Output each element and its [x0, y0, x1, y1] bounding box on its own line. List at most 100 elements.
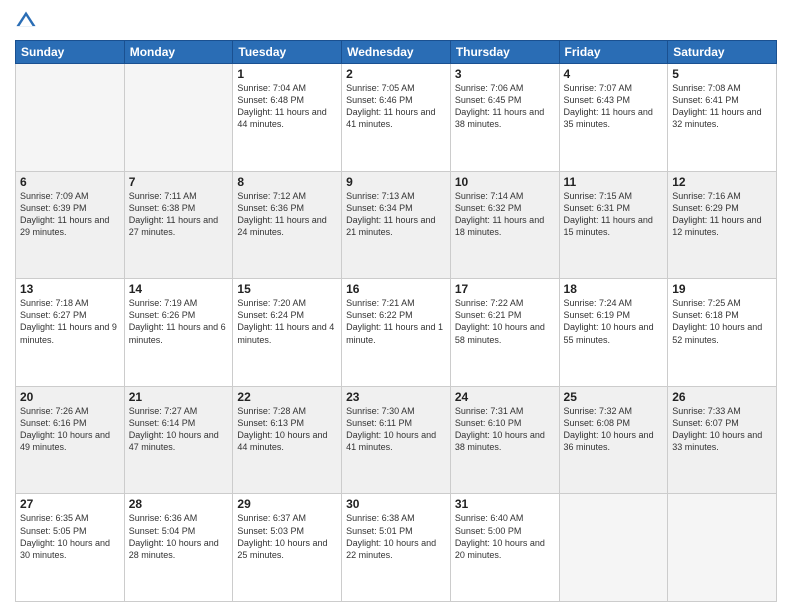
day-cell: 14Sunrise: 7:19 AMSunset: 6:26 PMDayligh… — [124, 279, 233, 387]
day-cell: 29Sunrise: 6:37 AMSunset: 5:03 PMDayligh… — [233, 494, 342, 602]
header-row: SundayMondayTuesdayWednesdayThursdayFrid… — [16, 41, 777, 64]
day-info: Sunrise: 7:12 AMSunset: 6:36 PMDaylight:… — [237, 190, 337, 239]
day-cell: 9Sunrise: 7:13 AMSunset: 6:34 PMDaylight… — [342, 171, 451, 279]
day-cell: 17Sunrise: 7:22 AMSunset: 6:21 PMDayligh… — [450, 279, 559, 387]
day-cell: 15Sunrise: 7:20 AMSunset: 6:24 PMDayligh… — [233, 279, 342, 387]
day-cell: 3Sunrise: 7:06 AMSunset: 6:45 PMDaylight… — [450, 64, 559, 172]
day-cell: 1Sunrise: 7:04 AMSunset: 6:48 PMDaylight… — [233, 64, 342, 172]
day-cell — [124, 64, 233, 172]
day-cell: 6Sunrise: 7:09 AMSunset: 6:39 PMDaylight… — [16, 171, 125, 279]
day-number: 26 — [672, 390, 772, 404]
day-number: 5 — [672, 67, 772, 81]
day-number: 23 — [346, 390, 446, 404]
day-info: Sunrise: 7:28 AMSunset: 6:13 PMDaylight:… — [237, 405, 337, 454]
day-info: Sunrise: 7:20 AMSunset: 6:24 PMDaylight:… — [237, 297, 337, 346]
day-number: 14 — [129, 282, 229, 296]
day-number: 24 — [455, 390, 555, 404]
day-info: Sunrise: 7:15 AMSunset: 6:31 PMDaylight:… — [564, 190, 664, 239]
day-info: Sunrise: 6:40 AMSunset: 5:00 PMDaylight:… — [455, 512, 555, 561]
day-info: Sunrise: 7:06 AMSunset: 6:45 PMDaylight:… — [455, 82, 555, 131]
day-number: 15 — [237, 282, 337, 296]
weekday-header: Sunday — [16, 41, 125, 64]
day-info: Sunrise: 7:30 AMSunset: 6:11 PMDaylight:… — [346, 405, 446, 454]
day-cell: 11Sunrise: 7:15 AMSunset: 6:31 PMDayligh… — [559, 171, 668, 279]
day-info: Sunrise: 7:08 AMSunset: 6:41 PMDaylight:… — [672, 82, 772, 131]
day-number: 2 — [346, 67, 446, 81]
day-cell: 25Sunrise: 7:32 AMSunset: 6:08 PMDayligh… — [559, 386, 668, 494]
day-info: Sunrise: 7:24 AMSunset: 6:19 PMDaylight:… — [564, 297, 664, 346]
day-info: Sunrise: 7:26 AMSunset: 6:16 PMDaylight:… — [20, 405, 120, 454]
weekday-header: Tuesday — [233, 41, 342, 64]
week-row: 20Sunrise: 7:26 AMSunset: 6:16 PMDayligh… — [16, 386, 777, 494]
weekday-header: Saturday — [668, 41, 777, 64]
day-info: Sunrise: 6:36 AMSunset: 5:04 PMDaylight:… — [129, 512, 229, 561]
day-info: Sunrise: 6:35 AMSunset: 5:05 PMDaylight:… — [20, 512, 120, 561]
week-row: 27Sunrise: 6:35 AMSunset: 5:05 PMDayligh… — [16, 494, 777, 602]
day-info: Sunrise: 7:05 AMSunset: 6:46 PMDaylight:… — [346, 82, 446, 131]
day-number: 6 — [20, 175, 120, 189]
day-info: Sunrise: 7:25 AMSunset: 6:18 PMDaylight:… — [672, 297, 772, 346]
week-row: 6Sunrise: 7:09 AMSunset: 6:39 PMDaylight… — [16, 171, 777, 279]
day-number: 12 — [672, 175, 772, 189]
day-info: Sunrise: 6:37 AMSunset: 5:03 PMDaylight:… — [237, 512, 337, 561]
day-cell: 30Sunrise: 6:38 AMSunset: 5:01 PMDayligh… — [342, 494, 451, 602]
day-cell: 27Sunrise: 6:35 AMSunset: 5:05 PMDayligh… — [16, 494, 125, 602]
header — [15, 10, 777, 32]
day-number: 10 — [455, 175, 555, 189]
day-number: 30 — [346, 497, 446, 511]
day-info: Sunrise: 7:09 AMSunset: 6:39 PMDaylight:… — [20, 190, 120, 239]
day-cell: 12Sunrise: 7:16 AMSunset: 6:29 PMDayligh… — [668, 171, 777, 279]
day-number: 25 — [564, 390, 664, 404]
day-number: 4 — [564, 67, 664, 81]
day-number: 19 — [672, 282, 772, 296]
day-cell: 5Sunrise: 7:08 AMSunset: 6:41 PMDaylight… — [668, 64, 777, 172]
day-cell: 26Sunrise: 7:33 AMSunset: 6:07 PMDayligh… — [668, 386, 777, 494]
day-number: 29 — [237, 497, 337, 511]
day-number: 20 — [20, 390, 120, 404]
day-info: Sunrise: 7:13 AMSunset: 6:34 PMDaylight:… — [346, 190, 446, 239]
week-row: 13Sunrise: 7:18 AMSunset: 6:27 PMDayligh… — [16, 279, 777, 387]
day-number: 16 — [346, 282, 446, 296]
day-number: 17 — [455, 282, 555, 296]
day-info: Sunrise: 7:21 AMSunset: 6:22 PMDaylight:… — [346, 297, 446, 346]
weekday-header: Thursday — [450, 41, 559, 64]
day-info: Sunrise: 7:07 AMSunset: 6:43 PMDaylight:… — [564, 82, 664, 131]
day-number: 22 — [237, 390, 337, 404]
day-cell: 22Sunrise: 7:28 AMSunset: 6:13 PMDayligh… — [233, 386, 342, 494]
day-info: Sunrise: 7:19 AMSunset: 6:26 PMDaylight:… — [129, 297, 229, 346]
day-cell: 18Sunrise: 7:24 AMSunset: 6:19 PMDayligh… — [559, 279, 668, 387]
day-number: 3 — [455, 67, 555, 81]
day-cell: 7Sunrise: 7:11 AMSunset: 6:38 PMDaylight… — [124, 171, 233, 279]
day-number: 1 — [237, 67, 337, 81]
day-info: Sunrise: 7:32 AMSunset: 6:08 PMDaylight:… — [564, 405, 664, 454]
day-cell — [16, 64, 125, 172]
day-info: Sunrise: 7:27 AMSunset: 6:14 PMDaylight:… — [129, 405, 229, 454]
day-number: 7 — [129, 175, 229, 189]
day-cell: 10Sunrise: 7:14 AMSunset: 6:32 PMDayligh… — [450, 171, 559, 279]
day-number: 18 — [564, 282, 664, 296]
day-number: 31 — [455, 497, 555, 511]
day-cell: 24Sunrise: 7:31 AMSunset: 6:10 PMDayligh… — [450, 386, 559, 494]
day-cell: 20Sunrise: 7:26 AMSunset: 6:16 PMDayligh… — [16, 386, 125, 494]
calendar-table: SundayMondayTuesdayWednesdayThursdayFrid… — [15, 40, 777, 602]
day-info: Sunrise: 7:18 AMSunset: 6:27 PMDaylight:… — [20, 297, 120, 346]
day-number: 21 — [129, 390, 229, 404]
day-info: Sunrise: 7:31 AMSunset: 6:10 PMDaylight:… — [455, 405, 555, 454]
day-cell: 8Sunrise: 7:12 AMSunset: 6:36 PMDaylight… — [233, 171, 342, 279]
day-number: 11 — [564, 175, 664, 189]
week-row: 1Sunrise: 7:04 AMSunset: 6:48 PMDaylight… — [16, 64, 777, 172]
day-cell: 28Sunrise: 6:36 AMSunset: 5:04 PMDayligh… — [124, 494, 233, 602]
day-info: Sunrise: 7:14 AMSunset: 6:32 PMDaylight:… — [455, 190, 555, 239]
day-cell: 23Sunrise: 7:30 AMSunset: 6:11 PMDayligh… — [342, 386, 451, 494]
day-number: 9 — [346, 175, 446, 189]
day-cell — [668, 494, 777, 602]
day-cell: 21Sunrise: 7:27 AMSunset: 6:14 PMDayligh… — [124, 386, 233, 494]
logo — [15, 10, 39, 32]
day-number: 28 — [129, 497, 229, 511]
day-info: Sunrise: 7:22 AMSunset: 6:21 PMDaylight:… — [455, 297, 555, 346]
day-cell: 31Sunrise: 6:40 AMSunset: 5:00 PMDayligh… — [450, 494, 559, 602]
day-cell — [559, 494, 668, 602]
day-info: Sunrise: 7:11 AMSunset: 6:38 PMDaylight:… — [129, 190, 229, 239]
day-cell: 13Sunrise: 7:18 AMSunset: 6:27 PMDayligh… — [16, 279, 125, 387]
day-number: 27 — [20, 497, 120, 511]
